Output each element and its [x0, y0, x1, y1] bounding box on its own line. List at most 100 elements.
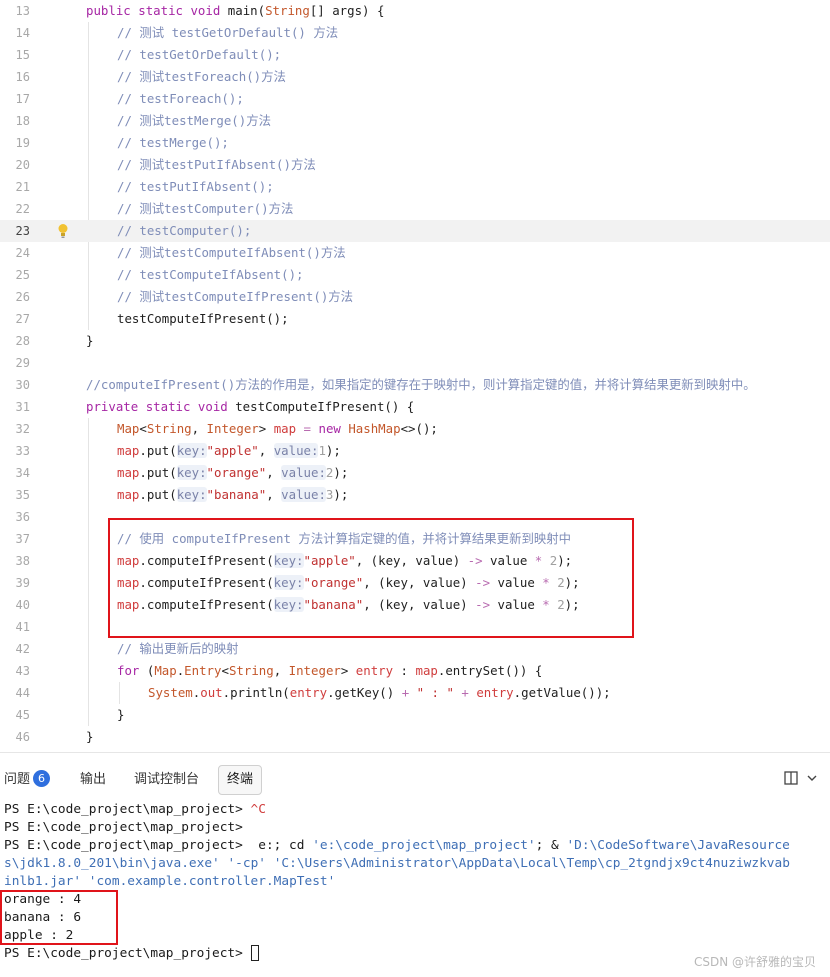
- code-token: }: [86, 729, 94, 744]
- code-token: }: [86, 333, 94, 348]
- code-line[interactable]: 44 System.out.println(entry.getKey() + " …: [0, 682, 830, 704]
- line-number: 35: [15, 488, 30, 502]
- line-number: 38: [15, 554, 30, 568]
- code-text: map.put(key:"orange", value:2);: [117, 462, 348, 484]
- code-token: entry: [355, 663, 394, 678]
- code-text: // testGetOrDefault();: [117, 44, 281, 66]
- code-line[interactable]: 22 // 测试testComputer()方法: [0, 198, 830, 220]
- code-line[interactable]: 34 map.put(key:"orange", value:2);: [0, 462, 830, 484]
- code-text: // testComputer();: [117, 220, 251, 242]
- line-number: 37: [15, 532, 30, 546]
- code-token: HashMap: [348, 421, 401, 436]
- tab-debug-console[interactable]: 调试控制台: [134, 770, 199, 790]
- lightbulb-icon[interactable]: [57, 223, 69, 239]
- code-line[interactable]: 29: [0, 352, 830, 374]
- code-line[interactable]: 30 //computeIfPresent()方法的作用是，如果指定的键存在于映射…: [0, 374, 830, 396]
- code-text: // testComputeIfAbsent();: [117, 264, 304, 286]
- code-token: "orange": [206, 465, 267, 480]
- terminal-line: s\jdk1.8.0_201\bin\java.exe' '-cp' 'C:\U…: [4, 855, 828, 873]
- code-token: .getValue());: [513, 685, 611, 700]
- code-line[interactable]: 18 // 测试testMerge()方法: [0, 110, 830, 132]
- terminal-text: ; &: [535, 838, 567, 853]
- line-number: 23: [15, 224, 30, 238]
- parameter-hint: value:: [281, 487, 326, 502]
- terminal-cursor: [250, 945, 259, 961]
- code-token: // 测试testMerge()方法: [117, 113, 271, 128]
- code-line[interactable]: 13 public static void main(String[] args)…: [0, 0, 830, 22]
- code-line[interactable]: 15 // testGetOrDefault();: [0, 44, 830, 66]
- code-line[interactable]: 33 map.put(key:"apple", value:1);: [0, 440, 830, 462]
- code-line[interactable]: 43 for (Map.Entry<String, Integer> entry …: [0, 660, 830, 682]
- code-token: // 输出更新后的映射: [117, 641, 239, 656]
- code-token: private: [86, 399, 139, 414]
- code-line[interactable]: 20 // 测试testPutIfAbsent()方法: [0, 154, 830, 176]
- code-token: String: [265, 3, 310, 18]
- line-number: 44: [15, 686, 30, 700]
- code-token: ,: [191, 421, 207, 436]
- code-token: entry: [289, 685, 328, 700]
- terminal-output[interactable]: PS E:\code_project\map_project> ^C PS E:\…: [4, 801, 828, 963]
- code-token: testComputeIfPresent();: [117, 311, 289, 326]
- line-number: 46: [15, 730, 30, 744]
- bottom-panel: 问题 6 输出 调试控制台 终端 PS E:\code_project\map_p…: [0, 752, 830, 977]
- code-line[interactable]: 32 Map<String, Integer> map = new HashMap…: [0, 418, 830, 440]
- code-line[interactable]: 42 // 输出更新后的映射: [0, 638, 830, 660]
- terminal-text: 'D:\CodeSoftware\JavaResource: [566, 838, 790, 853]
- code-line[interactable]: 31 private static void testComputeIfPrese…: [0, 396, 830, 418]
- code-line[interactable]: 35 map.put(key:"banana", value:3);: [0, 484, 830, 506]
- split-layout-icon[interactable]: [784, 771, 798, 785]
- line-number: 29: [15, 356, 30, 370]
- code-line[interactable]: 25 // testComputeIfAbsent();: [0, 264, 830, 286]
- code-line[interactable]: 24 // 测试testComputeIfAbsent()方法: [0, 242, 830, 264]
- code-token: );: [325, 443, 341, 458]
- code-text: // 测试testForeach()方法: [117, 66, 286, 88]
- terminal-text: PS E:\code_project\map_project>: [4, 802, 251, 817]
- code-token: }: [117, 707, 125, 722]
- terminal-line: orange : 4: [4, 891, 828, 909]
- code-token: ,: [266, 487, 282, 502]
- code-line[interactable]: 21 // testPutIfAbsent();: [0, 176, 830, 198]
- terminal-line: PS E:\code_project\map_project>: [4, 819, 828, 837]
- code-token: out: [200, 685, 223, 700]
- line-number: 41: [15, 620, 30, 634]
- code-token: String: [146, 421, 192, 436]
- line-number: 39: [15, 576, 30, 590]
- code-text: //computeIfPresent()方法的作用是，如果指定的键存在于映射中，…: [86, 374, 756, 396]
- code-line[interactable]: 26 // 测试testComputeIfPresent()方法: [0, 286, 830, 308]
- code-text: // 测试testComputeIfAbsent()方法: [117, 242, 346, 264]
- code-token: // testComputer();: [117, 223, 252, 238]
- code-line[interactable]: 28}: [0, 330, 830, 352]
- code-line[interactable]: 14 // 测试 testGetOrDefault() 方法: [0, 22, 830, 44]
- line-number: 27: [15, 312, 30, 326]
- code-editor[interactable]: 13 public static void main(String[] args)…: [0, 0, 830, 752]
- code-token: [] args) {: [309, 3, 385, 18]
- tab-problems[interactable]: 问题 6: [4, 770, 51, 790]
- tab-terminal[interactable]: 终端: [218, 765, 263, 795]
- code-token: );: [333, 487, 349, 502]
- code-line[interactable]: 27 testComputeIfPresent();: [0, 308, 830, 330]
- code-line[interactable]: 16 // 测试testForeach()方法: [0, 66, 830, 88]
- code-token: String: [228, 663, 274, 678]
- code-line[interactable]: 45}: [0, 704, 830, 726]
- code-token: Entry: [184, 663, 222, 678]
- code-token: new: [318, 421, 341, 436]
- code-token: map: [415, 663, 438, 678]
- terminal-text: 'C:\Users\Administrator\AppData\Local\Te…: [273, 856, 790, 871]
- code-token: Integer: [288, 663, 341, 678]
- line-number: 18: [15, 114, 30, 128]
- output-highlight-box: [0, 890, 118, 945]
- line-number: 28: [15, 334, 30, 348]
- code-line[interactable]: 17 // testForeach();: [0, 88, 830, 110]
- chevron-down-icon[interactable]: [806, 771, 818, 785]
- code-line[interactable]: 46}: [0, 726, 830, 748]
- terminal-text: 'com.example.controller.MapTest': [88, 874, 336, 889]
- tab-output[interactable]: 输出: [80, 770, 106, 790]
- code-token: ,: [273, 663, 289, 678]
- terminal-line: banana : 6: [4, 909, 828, 927]
- code-line[interactable]: 19 // testMerge();: [0, 132, 830, 154]
- code-line[interactable]: 23 // testComputer();: [0, 220, 830, 242]
